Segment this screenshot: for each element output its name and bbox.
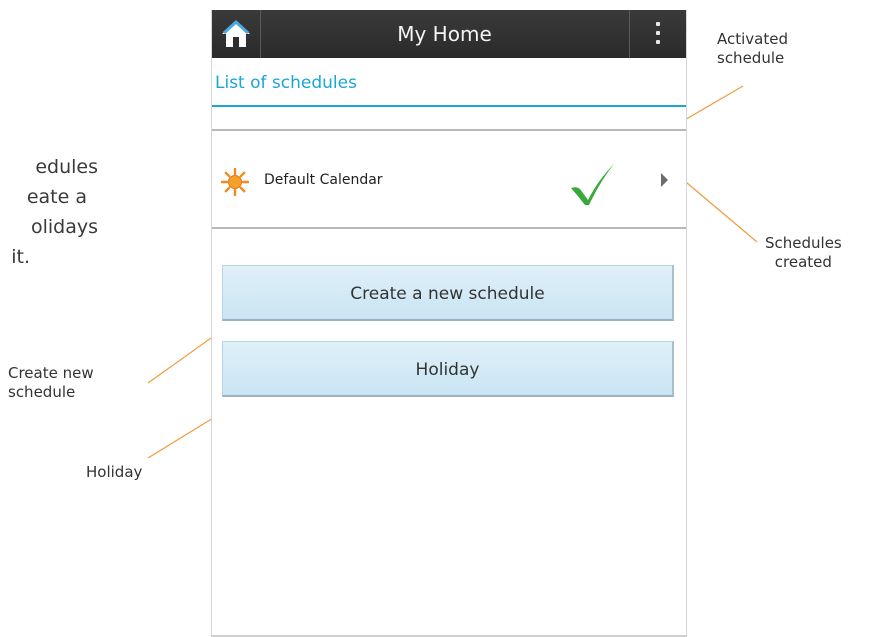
app-header: My Home	[212, 10, 686, 58]
check-icon	[571, 163, 615, 205]
dot	[656, 40, 660, 44]
callout-create-new-schedule: Create new schedule	[8, 364, 94, 402]
callout-text: Create new	[8, 364, 94, 382]
intro-text-line: edules	[35, 156, 98, 178]
divider	[212, 129, 686, 131]
callout-text: schedule	[717, 49, 785, 67]
schedule-row[interactable]: Default Calendar	[212, 134, 686, 228]
intro-text-line: it.	[11, 246, 30, 268]
schedule-name: Default Calendar	[264, 172, 383, 188]
holiday-button[interactable]: Holiday	[222, 341, 674, 397]
section-title: List of schedules	[215, 73, 357, 93]
callout-text: Schedules	[765, 234, 842, 252]
intro-text-line: eate a	[26, 186, 87, 208]
dot	[656, 22, 660, 26]
intro-text-line: olidays	[30, 216, 98, 238]
divider	[212, 227, 686, 229]
section-underline	[212, 105, 686, 107]
section-header: List of schedules	[212, 58, 686, 107]
sun-icon	[221, 168, 249, 196]
callout-holiday: Holiday	[86, 463, 143, 481]
callout-activated-schedule: Activated schedule	[717, 30, 788, 68]
callout-text: schedule	[8, 383, 76, 401]
page-title: My Home	[397, 22, 492, 46]
callout-schedules-created: Schedules created	[765, 234, 842, 272]
home-button[interactable]	[212, 10, 260, 58]
callout-text: Activated	[717, 30, 788, 48]
intro-text: edules eate a olidays it.	[0, 152, 140, 272]
dot	[656, 31, 660, 35]
create-schedule-button[interactable]: Create a new schedule	[222, 265, 674, 321]
home-icon	[222, 20, 250, 47]
callout-text: created	[774, 253, 832, 271]
chevron-right-icon	[661, 173, 668, 187]
overflow-menu-button[interactable]	[630, 10, 686, 58]
phone-screen: My Home List of schedules Default Calend…	[211, 10, 687, 637]
